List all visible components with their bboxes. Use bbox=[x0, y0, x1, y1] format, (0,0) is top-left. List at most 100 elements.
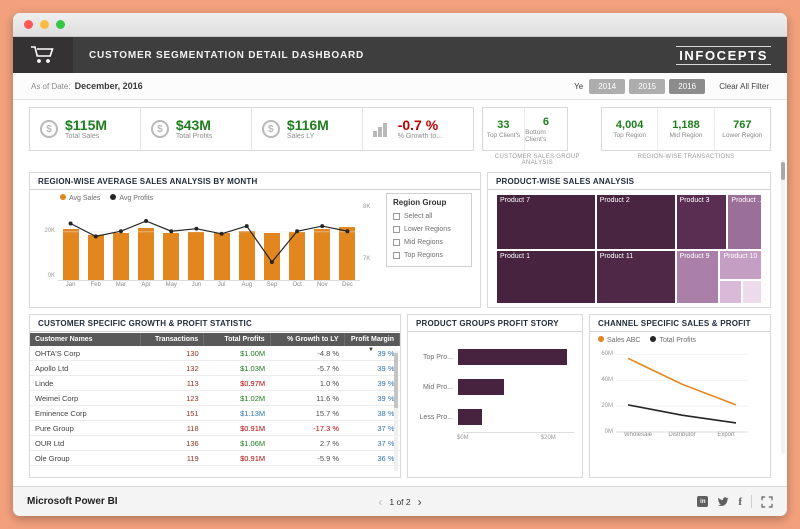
channel-line-plot bbox=[616, 348, 748, 433]
table-cell: -4.8 % bbox=[270, 346, 345, 361]
region-sales-panel: REGION-WISE AVERAGE SALES ANALYSIS BY MO… bbox=[29, 172, 481, 308]
kpi-label: % Growth to... bbox=[397, 133, 443, 140]
table-row[interactable]: OUR Ltd 136 $1.06M 2.7 % 37 % bbox=[30, 435, 400, 451]
facebook-icon[interactable]: f bbox=[738, 496, 742, 508]
table-header-row[interactable]: Customer Names Transactions Total Profits%… bbox=[30, 333, 401, 346]
treemap-cell[interactable]: Product ... bbox=[727, 194, 762, 251]
table-row[interactable]: Weimei Corp 123 $1.02M 11.6 % 39 % bbox=[30, 390, 400, 406]
table-row[interactable]: Linde 113 $0.97M 1.0 % 39 % bbox=[30, 375, 400, 391]
checkbox-icon[interactable] bbox=[393, 252, 400, 259]
year-button-2016[interactable]: 2016 bbox=[669, 78, 706, 94]
previous-page-icon[interactable]: ‹ bbox=[378, 496, 382, 508]
axis-tick: 8K bbox=[363, 204, 371, 210]
table-cell: $1.00M bbox=[203, 346, 271, 361]
table-row[interactable]: OHTA'S Corp 130 $1.00M -4.8 % 39 % bbox=[30, 346, 400, 361]
channel-x-axis: Wholesale Distributor Export bbox=[616, 432, 748, 438]
panel-title: PRODUCT-WISE SALES ANALYSIS bbox=[488, 177, 770, 190]
client-stats-box: 33 Top Client's 6 Bottom Client's bbox=[481, 107, 568, 151]
report-scrollbar[interactable] bbox=[781, 160, 785, 454]
table-row[interactable]: Ole Group 119 $0.91M -5.9 % 36 % bbox=[30, 450, 400, 466]
profit-bar[interactable] bbox=[458, 379, 504, 395]
profit-bar[interactable] bbox=[458, 349, 568, 365]
kpi-value: $115M bbox=[65, 118, 108, 133]
column-header[interactable]: Total Profits bbox=[203, 333, 271, 346]
client-stats: 33 Top Client's 6 Bottom Client's CUSTOM… bbox=[481, 107, 593, 166]
column-header[interactable]: Transactions bbox=[140, 333, 205, 346]
treemap-cell-label: Product 3 bbox=[679, 197, 710, 204]
next-page-icon[interactable]: › bbox=[418, 496, 422, 508]
growth-chart-icon bbox=[372, 121, 391, 137]
zoom-window-icon[interactable] bbox=[56, 20, 65, 29]
table-cell: 39 % bbox=[344, 360, 400, 376]
dollar-circle-icon: $ bbox=[150, 120, 169, 138]
region-group-title: Region Group bbox=[393, 198, 447, 207]
checkbox-icon[interactable] bbox=[393, 213, 400, 220]
region-stats: 4,004 Top Region 1,188 Mid Region 767 Lo… bbox=[601, 107, 771, 166]
table-cell: 1.0 % bbox=[270, 375, 345, 391]
checkbox-mid-regions[interactable]: Mid Regions bbox=[393, 236, 465, 249]
checkbox-select-all[interactable]: Select all bbox=[393, 210, 465, 223]
table-cell: -5.9 % bbox=[270, 450, 345, 466]
footer-divider bbox=[751, 495, 752, 508]
coin-dollar-icon: $ bbox=[40, 120, 58, 138]
table-cell: $1.02M bbox=[203, 390, 271, 406]
treemap-cell[interactable]: Product 2 bbox=[595, 194, 676, 251]
hbar-x-axis: $0M $20M bbox=[457, 432, 574, 444]
report-canvas: $ $115M Total Sales $ $43M Total Profits bbox=[13, 100, 787, 486]
treemap-cell-label: Product ... bbox=[731, 197, 762, 204]
minimize-window-icon[interactable] bbox=[40, 20, 49, 29]
checkbox-lower-regions[interactable]: Lower Regions bbox=[393, 223, 465, 236]
treemap-cell[interactable]: Product 7 bbox=[496, 194, 596, 251]
treemap-cell[interactable] bbox=[742, 279, 762, 304]
treemap-cell[interactable]: Product 1 bbox=[496, 250, 596, 304]
twitter-icon[interactable] bbox=[717, 496, 729, 508]
treemap-cell-label: Product 7 bbox=[500, 197, 530, 204]
product-treemap: Product 7 Product 2 Product 3 Product ... Pr… bbox=[496, 194, 762, 304]
table-scrollbar-thumb[interactable] bbox=[394, 353, 398, 408]
table-cell: 37 % bbox=[344, 435, 400, 451]
month-tick: Jun bbox=[191, 282, 202, 288]
treemap-cell[interactable]: Product 3 bbox=[675, 194, 728, 251]
checkbox-icon[interactable] bbox=[393, 226, 400, 233]
cart-logo-box bbox=[13, 37, 73, 73]
panel-title: PRODUCT GROUPS PROFIT STORY bbox=[408, 319, 582, 332]
linkedin-icon[interactable]: in bbox=[697, 496, 709, 507]
table-cell: Weimei Corp bbox=[30, 390, 141, 406]
year-button-2014[interactable]: 2014 bbox=[589, 78, 626, 94]
column-header[interactable]: Customer Names bbox=[30, 333, 142, 346]
stat-value: 1,188 bbox=[672, 119, 700, 131]
panel-title: CHANNEL SPECIFIC SALES & PROFIT bbox=[590, 319, 770, 332]
treemap-cell[interactable]: Product 9 bbox=[675, 250, 720, 304]
axis-tick: $0M bbox=[457, 435, 469, 441]
year-button-2015[interactable]: 2015 bbox=[629, 78, 666, 94]
axis-tick: 0K bbox=[47, 273, 55, 279]
sort-descending-icon[interactable]: ▼ bbox=[368, 347, 374, 353]
checkbox-icon[interactable] bbox=[393, 239, 400, 246]
report-scrollbar-thumb[interactable] bbox=[781, 162, 785, 180]
table-scrollbar[interactable] bbox=[394, 351, 398, 471]
sales-abc-legend-icon bbox=[598, 336, 604, 342]
fullscreen-icon[interactable] bbox=[761, 495, 773, 508]
month-tick: May bbox=[165, 282, 177, 288]
clear-all-filter-button[interactable]: Clear All Filter bbox=[719, 82, 769, 91]
treemap-cell[interactable] bbox=[719, 279, 743, 304]
column-header[interactable]: % Growth to LY bbox=[270, 333, 345, 346]
stat-value: 6 bbox=[542, 115, 549, 128]
stat-value: 4,004 bbox=[615, 119, 644, 131]
column-header[interactable]: Profit Margin bbox=[344, 333, 401, 346]
as-of-date-value[interactable]: December, 2016 bbox=[75, 81, 143, 91]
profit-bar[interactable] bbox=[458, 409, 483, 425]
table-row[interactable]: Apollo Ltd 132 $1.03M -5.7 % 39 % bbox=[30, 360, 400, 376]
kpi-total-profits: $ $43M Total Profits bbox=[141, 108, 252, 150]
year-filter-label: Ye bbox=[574, 81, 584, 91]
treemap-cell[interactable]: Product 10 bbox=[719, 250, 762, 280]
table-row[interactable]: Eminence Corp 151 $1.13M 15.7 % 38 % bbox=[30, 405, 400, 421]
table-cell: 38 % bbox=[344, 405, 400, 421]
close-window-icon[interactable] bbox=[24, 20, 33, 29]
checkbox-label: Top Regions bbox=[404, 252, 443, 259]
checkbox-top-regions[interactable]: Top Regions bbox=[393, 249, 465, 262]
profit-story-panel: PRODUCT GROUPS PROFIT STORY Top Pro... Mi… bbox=[407, 314, 583, 478]
legend-label: Sales ABC bbox=[607, 337, 641, 344]
table-row[interactable]: Pure Group 118 $0.91M -17.3 % 37 % bbox=[30, 420, 400, 436]
treemap-cell[interactable]: Product 11 bbox=[595, 250, 676, 304]
